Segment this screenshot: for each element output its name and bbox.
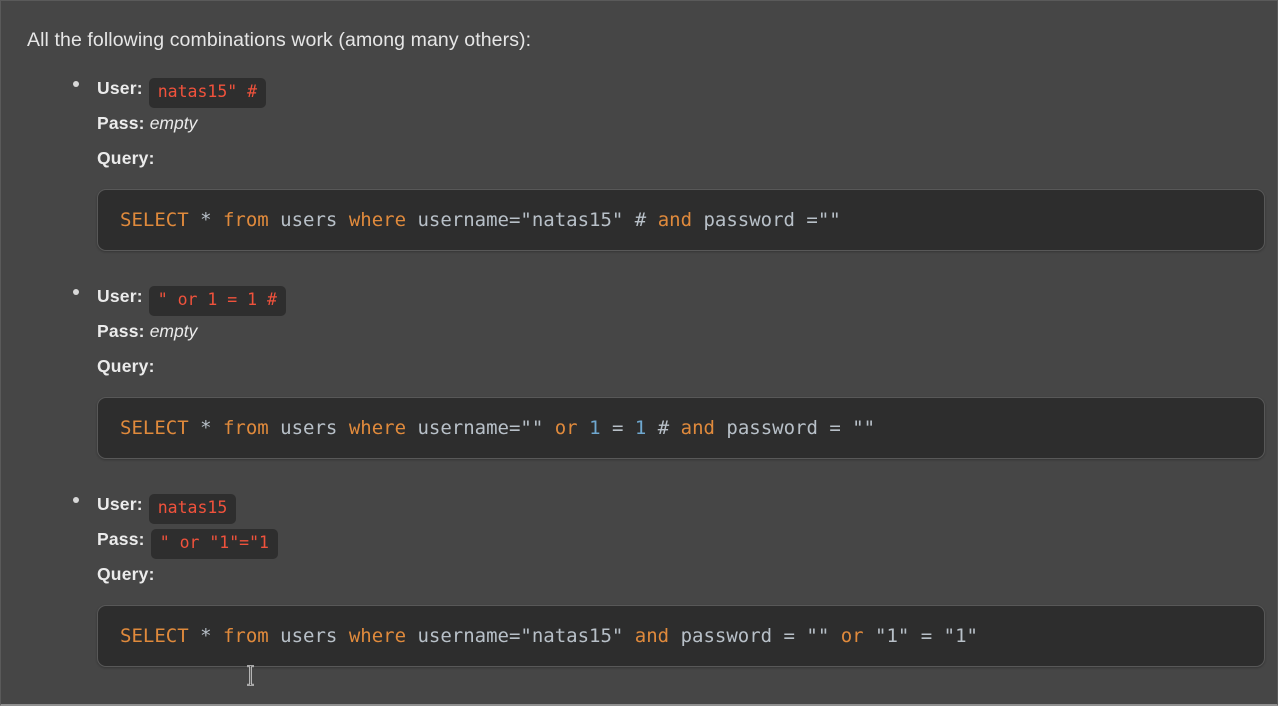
intro-paragraph: All the following combinations work (amo… [27, 29, 532, 51]
pass-value: " or "1"="1 [150, 529, 278, 559]
pass-line: Pass: " or "1"="1 [97, 522, 1277, 559]
pass-label: Pass: [97, 321, 145, 341]
query-label: Query: [97, 356, 155, 376]
query-code-block[interactable]: SELECT * from users where username="nata… [97, 189, 1265, 251]
user-line: User: natas15" # [97, 71, 1277, 108]
user-label: User: [97, 78, 143, 98]
query-code-text: SELECT * from users where username="" or… [120, 417, 876, 439]
bullet-marker-icon [73, 81, 79, 87]
user-label: User: [97, 286, 143, 306]
bullet-marker-icon [73, 289, 79, 295]
pass-label: Pass: [97, 529, 145, 549]
query-code-text: SELECT * from users where username="nata… [120, 625, 978, 647]
user-value-code: natas15" # [148, 78, 267, 108]
user-label: User: [97, 494, 143, 514]
user-line: User: " or 1 = 1 # [97, 279, 1277, 316]
query-code-block[interactable]: SELECT * from users where username="nata… [97, 605, 1265, 667]
pass-value: empty [149, 321, 198, 341]
page-content: All the following combinations work (amo… [0, 0, 1278, 706]
query-code-text: SELECT * from users where username="nata… [120, 209, 841, 231]
item-spacer [97, 459, 1277, 487]
user-value-code: natas15 [148, 494, 237, 524]
combinations-list: User: natas15" # Pass: empty Query: SELECT * … [1, 71, 1277, 695]
query-code-block[interactable]: SELECT * from users where username="" or… [97, 397, 1265, 459]
list-item: User: natas15" # Pass: empty Query: SELECT * … [1, 71, 1277, 279]
pass-label: Pass: [97, 113, 145, 133]
query-label: Query: [97, 564, 155, 584]
query-line: Query: [97, 349, 1277, 384]
query-label: Query: [97, 148, 155, 168]
pass-line: Pass: empty [97, 106, 1277, 141]
list-item: User: natas15 Pass: " or "1"="1 Query: SELECT… [1, 487, 1277, 695]
list-item: User: " or 1 = 1 # Pass: empty Query: SELECT … [1, 279, 1277, 487]
query-line: Query: [97, 141, 1277, 176]
pass-line: Pass: empty [97, 314, 1277, 349]
user-line: User: natas15 [97, 487, 1277, 524]
bullet-marker-icon [73, 497, 79, 503]
user-value-code: " or 1 = 1 # [148, 286, 286, 316]
item-spacer [97, 667, 1277, 695]
item-spacer [97, 251, 1277, 279]
pass-value: empty [149, 113, 198, 133]
query-line: Query: [97, 557, 1277, 592]
